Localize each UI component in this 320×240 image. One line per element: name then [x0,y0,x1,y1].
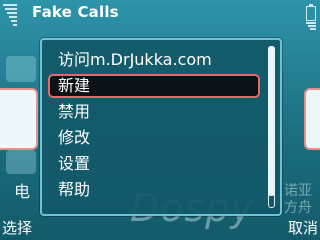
status-bar: Fake Calls [0,0,320,30]
background-label: 电 [14,182,31,201]
menu-item-edit[interactable]: 修改 [48,126,260,150]
app-title: Fake Calls [32,3,119,21]
options-menu: 访问m.DrJukka.com 新建 禁用 修改 设置 帮助 [40,38,282,216]
background-input-left [0,88,38,150]
background-field [6,150,36,174]
menu-scrollbar-thumb[interactable] [268,46,275,196]
menu-item-new[interactable]: 新建 [48,74,260,98]
menu-item-disable[interactable]: 禁用 [48,100,260,124]
background-field [6,56,36,82]
menu-item-visit-site[interactable]: 访问m.DrJukka.com [48,48,260,72]
cancel-softkey[interactable]: 取消 [288,217,318,238]
battery-icon [306,4,316,30]
select-softkey[interactable]: 选择 [2,217,32,238]
watermark-side-text: 诺亚方舟 [284,183,312,216]
menu-item-help[interactable]: 帮助 [48,178,260,202]
background-input-right [304,88,320,150]
menu-item-settings[interactable]: 设置 [48,152,260,176]
signal-strength-icon [3,2,17,28]
